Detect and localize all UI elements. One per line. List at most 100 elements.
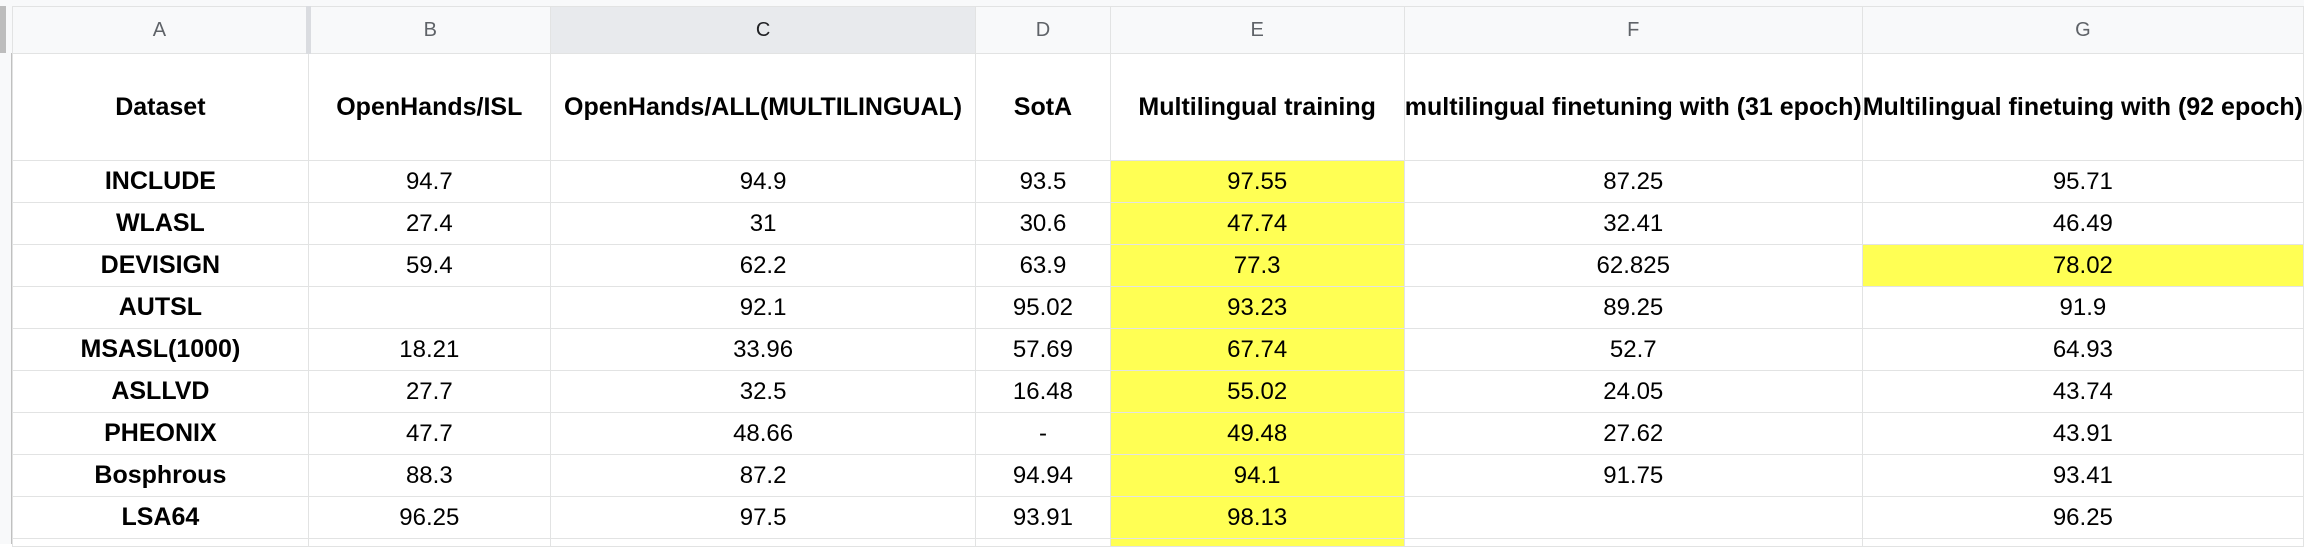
- cell[interactable]: 32.41: [1403, 202, 1863, 245]
- cell-highlighted[interactable]: 77.3: [1109, 244, 1405, 287]
- cell[interactable]: 91.9: [1861, 286, 2304, 329]
- cell[interactable]: 95.71: [1861, 160, 2304, 203]
- cell[interactable]: 62.2: [549, 244, 977, 287]
- table-row: DEVISIGN 59.4 62.2 63.9 77.3 62.825 78.0…: [12, 244, 2304, 287]
- cell[interactable]: 93.91: [975, 496, 1111, 539]
- cell[interactable]: 27.7: [307, 370, 551, 413]
- row-header-gutter: [0, 53, 12, 544]
- header-row: Dataset OpenHands/ISL OpenHands/ALL(MULT…: [12, 53, 2304, 161]
- cell[interactable]: 43.74: [1861, 370, 2304, 413]
- cell[interactable]: 92.1: [549, 286, 977, 329]
- cell[interactable]: 57.69: [975, 328, 1111, 371]
- table-row: MSASL(1000) 18.21 33.96 57.69 67.74 52.7…: [12, 328, 2304, 371]
- cell[interactable]: 91.75: [1403, 454, 1863, 497]
- cell[interactable]: [307, 286, 551, 329]
- cell-highlighted[interactable]: 78.02: [1861, 244, 2304, 287]
- table-row: PHEONIX 47.7 48.66 - 49.48 27.62 43.91: [12, 412, 2304, 455]
- cell[interactable]: -: [975, 412, 1111, 455]
- cell[interactable]: 94.9: [549, 160, 977, 203]
- header-cell-openhands-isl[interactable]: OpenHands/ISL: [307, 53, 551, 161]
- spreadsheet: A B C D E F G Dataset OpenHands/ISL Open…: [0, 0, 2304, 547]
- cell-highlighted[interactable]: 93.23: [1109, 286, 1405, 329]
- cell[interactable]: 30.6: [975, 202, 1111, 245]
- active-cell-selection[interactable]: [549, 538, 977, 547]
- cell[interactable]: 87.25: [1403, 160, 1863, 203]
- cell[interactable]: [307, 538, 551, 547]
- table-row-partial: [12, 538, 2304, 547]
- cell-dataset[interactable]: LSA64: [12, 496, 309, 539]
- cell-dataset[interactable]: ASLLVD: [12, 370, 309, 413]
- column-header-d[interactable]: D: [975, 6, 1111, 54]
- header-cell-sota[interactable]: SotA: [975, 53, 1111, 161]
- cell[interactable]: [12, 538, 309, 547]
- header-cell-finetuning-92[interactable]: Multilingual finetuing with (92 epoch): [1861, 53, 2304, 161]
- cell[interactable]: 87.2: [549, 454, 977, 497]
- cell[interactable]: 47.7: [307, 412, 551, 455]
- cell[interactable]: 64.93: [1861, 328, 2304, 371]
- cell-dataset[interactable]: AUTSL: [12, 286, 309, 329]
- cell-dataset[interactable]: Bosphrous: [12, 454, 309, 497]
- cell[interactable]: 62.825: [1403, 244, 1863, 287]
- cell-dataset[interactable]: INCLUDE: [12, 160, 309, 203]
- header-cell-dataset[interactable]: Dataset: [12, 53, 309, 161]
- cell[interactable]: [975, 538, 1111, 547]
- cell[interactable]: 18.21: [307, 328, 551, 371]
- column-header-e[interactable]: E: [1109, 6, 1405, 54]
- cell-highlighted[interactable]: 47.74: [1109, 202, 1405, 245]
- cell[interactable]: 93.5: [975, 160, 1111, 203]
- column-header-g[interactable]: G: [1861, 6, 2304, 54]
- header-cell-multilingual-training[interactable]: Multilingual training: [1109, 53, 1405, 161]
- header-cell-finetuning-31[interactable]: multilingual finetuning with (31 epoch): [1403, 53, 1863, 161]
- cell[interactable]: 94.94: [975, 454, 1111, 497]
- cell[interactable]: 93.41: [1861, 454, 2304, 497]
- cell[interactable]: [1861, 538, 2304, 547]
- cell[interactable]: 96.25: [1861, 496, 2304, 539]
- header-cell-openhands-all[interactable]: OpenHands/ALL(MULTILINGUAL): [549, 53, 977, 161]
- cell[interactable]: 46.49: [1861, 202, 2304, 245]
- cell[interactable]: [1403, 538, 1863, 547]
- cell[interactable]: [1403, 496, 1863, 539]
- column-header-c[interactable]: C: [549, 6, 977, 54]
- cell[interactable]: 32.5: [549, 370, 977, 413]
- cell-dataset[interactable]: DEVISIGN: [12, 244, 309, 287]
- cell[interactable]: 27.4: [307, 202, 551, 245]
- column-header-f[interactable]: F: [1403, 6, 1863, 54]
- cell[interactable]: 31: [549, 202, 977, 245]
- cell[interactable]: 89.25: [1403, 286, 1863, 329]
- cell-highlighted[interactable]: 97.55: [1109, 160, 1405, 203]
- cell[interactable]: 95.02: [975, 286, 1111, 329]
- cell-highlighted[interactable]: [1109, 538, 1405, 547]
- cell[interactable]: 48.66: [549, 412, 977, 455]
- table-row: Bosphrous 88.3 87.2 94.94 94.1 91.75 93.…: [12, 454, 2304, 497]
- cell-dataset[interactable]: PHEONIX: [12, 412, 309, 455]
- table-row: ASLLVD 27.7 32.5 16.48 55.02 24.05 43.74: [12, 370, 2304, 413]
- corner-marker: [0, 6, 6, 53]
- table-row: WLASL 27.4 31 30.6 47.74 32.41 46.49: [12, 202, 2304, 245]
- cell-dataset[interactable]: WLASL: [12, 202, 309, 245]
- cell[interactable]: 16.48: [975, 370, 1111, 413]
- column-header-b[interactable]: B: [307, 6, 551, 54]
- column-header-row: A B C D E F G: [12, 6, 2304, 54]
- cell[interactable]: 94.7: [307, 160, 551, 203]
- cell-highlighted[interactable]: 55.02: [1109, 370, 1405, 413]
- cell-highlighted[interactable]: 67.74: [1109, 328, 1405, 371]
- cell[interactable]: 97.5: [549, 496, 977, 539]
- cell[interactable]: 33.96: [549, 328, 977, 371]
- cell[interactable]: 52.7: [1403, 328, 1863, 371]
- cell[interactable]: 96.25: [307, 496, 551, 539]
- cell[interactable]: 59.4: [307, 244, 551, 287]
- table-row: LSA64 96.25 97.5 93.91 98.13 96.25: [12, 496, 2304, 539]
- cell[interactable]: 27.62: [1403, 412, 1863, 455]
- cell[interactable]: 24.05: [1403, 370, 1863, 413]
- table-row: AUTSL 92.1 95.02 93.23 89.25 91.9: [12, 286, 2304, 329]
- cell[interactable]: 43.91: [1861, 412, 2304, 455]
- cell[interactable]: 88.3: [307, 454, 551, 497]
- table-row: INCLUDE 94.7 94.9 93.5 97.55 87.25 95.71: [12, 160, 2304, 203]
- cell-dataset[interactable]: MSASL(1000): [12, 328, 309, 371]
- column-header-a[interactable]: A: [12, 6, 311, 54]
- cell-highlighted[interactable]: 94.1: [1109, 454, 1405, 497]
- cell-highlighted[interactable]: 49.48: [1109, 412, 1405, 455]
- sheet-grid: A B C D E F G Dataset OpenHands/ISL Open…: [12, 6, 2304, 547]
- cell[interactable]: 63.9: [975, 244, 1111, 287]
- cell-highlighted[interactable]: 98.13: [1109, 496, 1405, 539]
